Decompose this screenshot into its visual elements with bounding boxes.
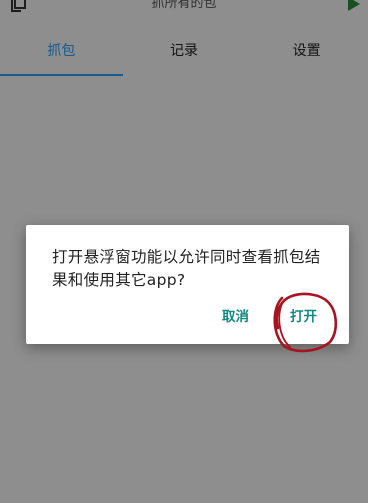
overlay-permission-dialog: 打开悬浮窗功能以允许同时查看抓包结果和使用其它app? 取消 打开 — [26, 225, 349, 344]
dialog-message: 打开悬浮窗功能以允许同时查看抓包结果和使用其它app? — [52, 248, 321, 289]
open-button[interactable]: 打开 — [282, 302, 325, 332]
dialog-actions: 取消 打开 — [26, 292, 349, 344]
cancel-button[interactable]: 取消 — [214, 302, 257, 332]
